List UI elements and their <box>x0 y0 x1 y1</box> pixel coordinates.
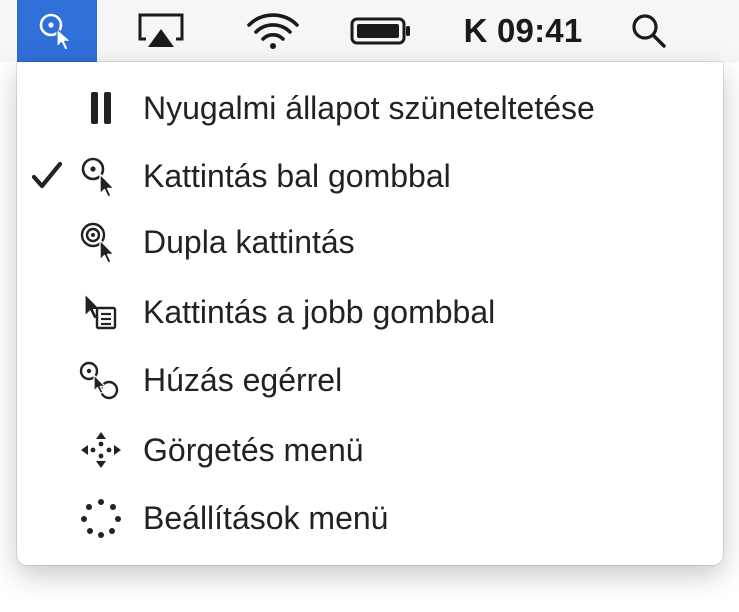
battery-icon <box>350 17 410 45</box>
menu-item-label: Kattintás a jobb gombbal <box>143 294 496 330</box>
menu-item-label: Görgetés menü <box>143 432 364 468</box>
checkmark-icon <box>31 161 63 189</box>
pause-icon <box>91 92 111 124</box>
pointer-dwell-menu: Nyugalmi állapot szüneteltetése Kattintá… <box>17 62 723 565</box>
menu-item-drag[interactable]: Húzás egérrel <box>17 348 723 412</box>
spotlight-search-button[interactable] <box>622 0 676 62</box>
menu-item-double-click[interactable]: Dupla kattintás <box>17 210 723 274</box>
settings-menu-icon <box>81 499 121 538</box>
scroll-menu-icon <box>81 432 121 468</box>
menu-item-settings-menu[interactable]: Beállítások menü <box>17 486 723 550</box>
airplay-menu-extra[interactable] <box>130 0 192 62</box>
menu-bar: K 09:41 <box>0 0 739 62</box>
menu-item-scroll-menu[interactable]: Görgetés menü <box>17 418 723 482</box>
menu-item-right-click[interactable]: Kattintás a jobb gombbal <box>17 280 723 344</box>
menu-item-left-click[interactable]: Kattintás bal gombbal <box>17 144 723 208</box>
menu-item-label: Dupla kattintás <box>143 224 355 260</box>
menu-item-label: Kattintás bal gombbal <box>143 158 451 194</box>
double-click-icon <box>80 222 115 264</box>
menu-item-label: Húzás egérrel <box>143 362 343 398</box>
menu-item-label: Nyugalmi állapot szüneteltetése <box>143 90 595 126</box>
left-click-icon <box>81 157 115 198</box>
menu-item-pause[interactable]: Nyugalmi állapot szüneteltetése <box>17 76 723 140</box>
drag-icon <box>79 361 119 400</box>
battery-menu-extra[interactable] <box>348 0 414 62</box>
wifi-menu-extra[interactable] <box>240 0 306 62</box>
spotlight-search-icon <box>632 14 666 48</box>
menu-item-label: Beállítások menü <box>143 500 389 536</box>
accessibility-pointer-icon <box>39 13 72 51</box>
wifi-icon <box>247 13 299 49</box>
right-click-icon <box>84 293 117 330</box>
airplay-icon <box>138 13 184 47</box>
accessibility-pointer-menu-extra[interactable] <box>17 0 97 62</box>
menubar-clock[interactable]: K 09:41 <box>448 0 598 62</box>
